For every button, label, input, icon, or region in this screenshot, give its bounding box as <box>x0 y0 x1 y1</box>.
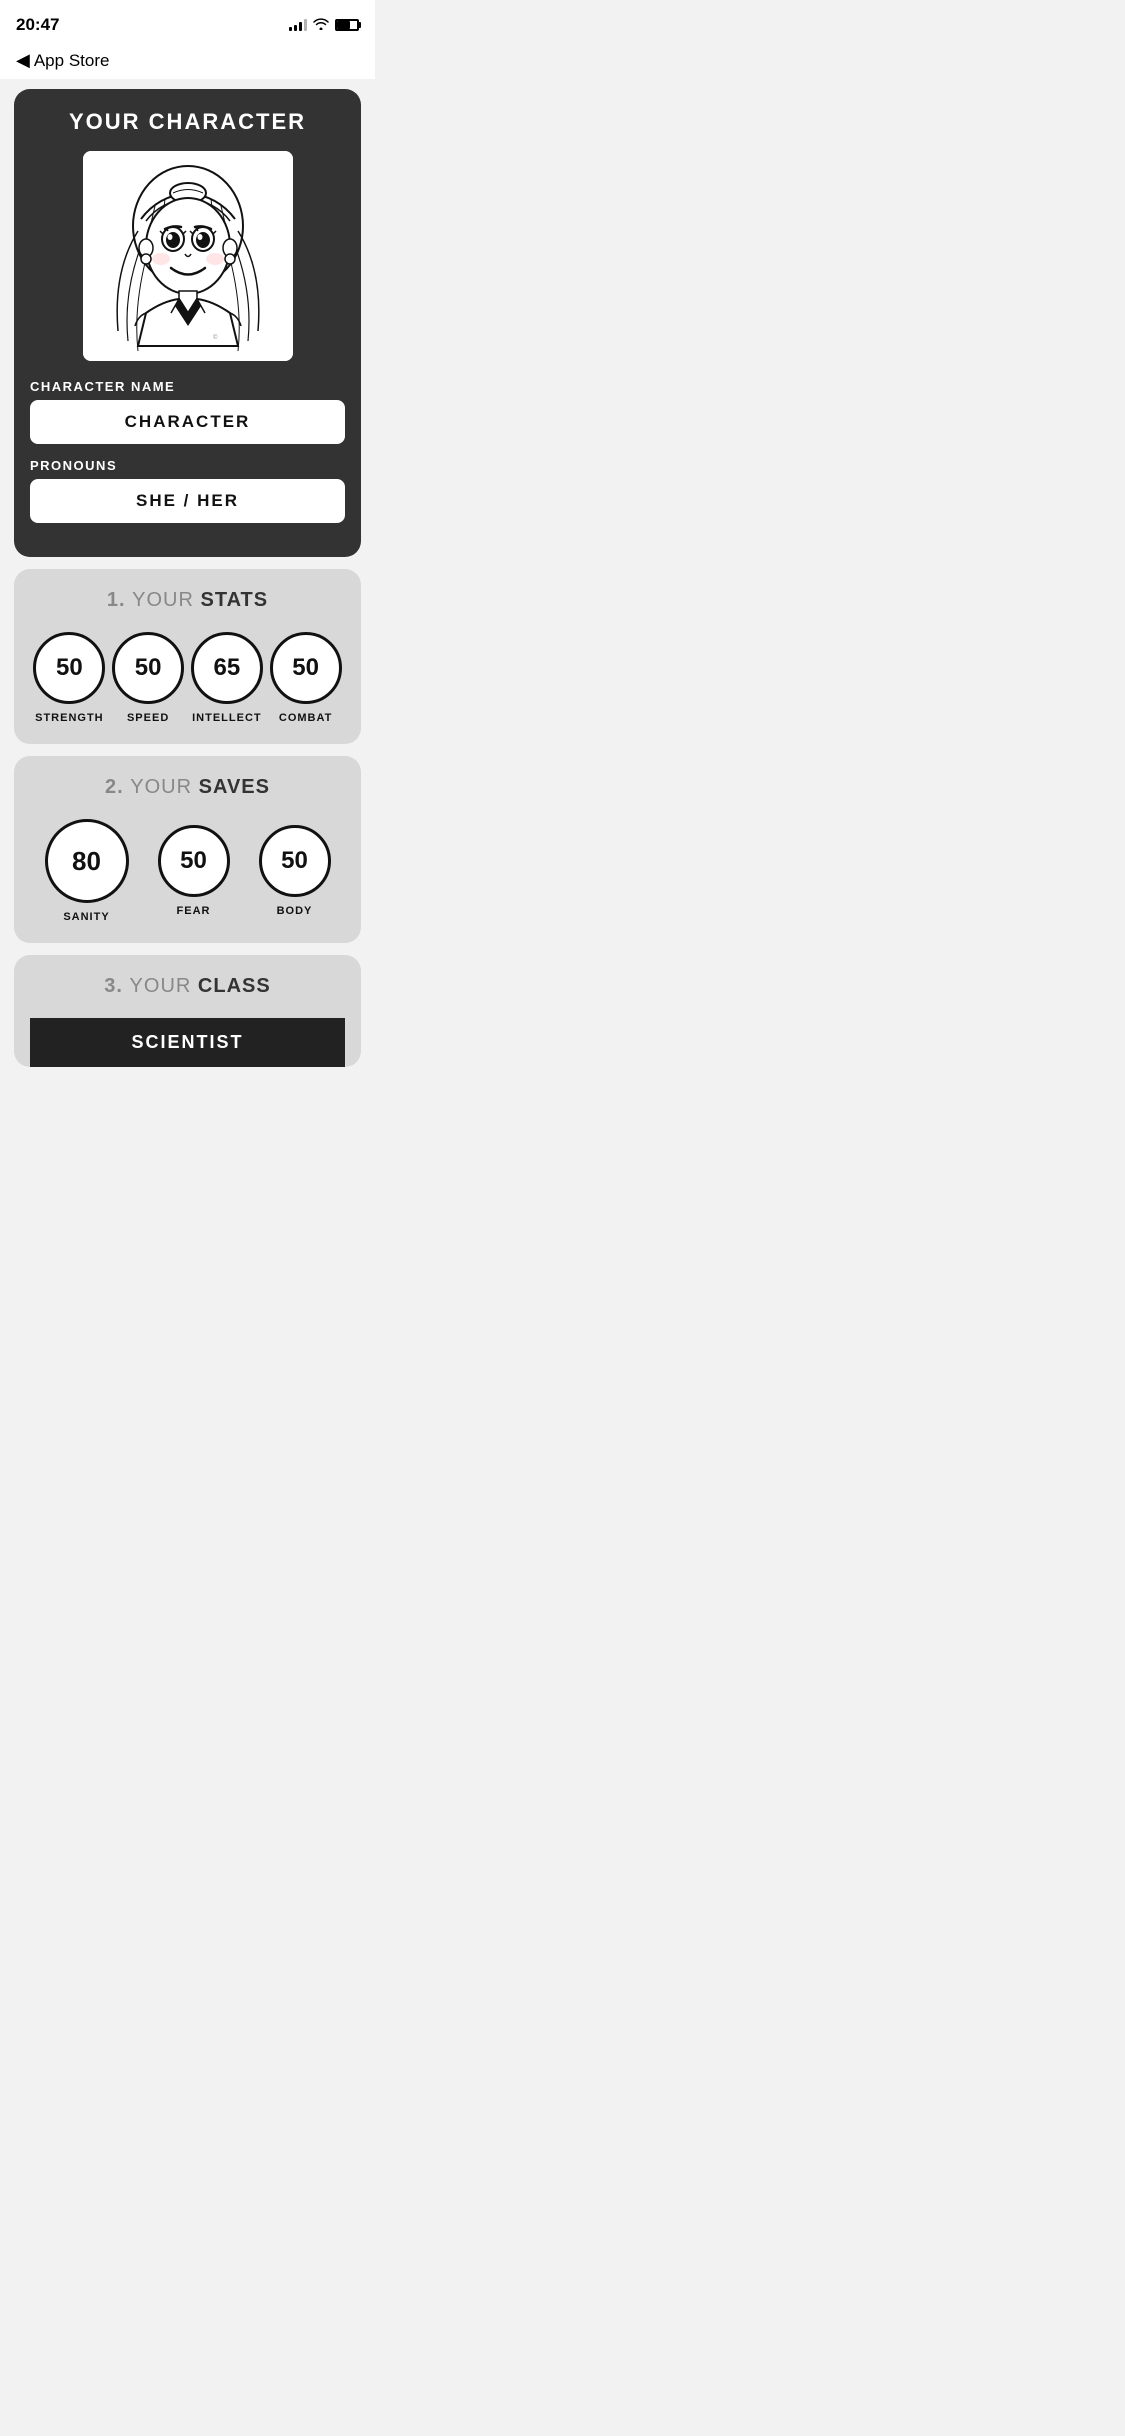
pronouns-label: PRONOUNS <box>30 458 345 473</box>
stats-row: 50 STRENGTH 50 SPEED 65 INTELLECT 50 COM… <box>30 632 345 724</box>
stats-your: YOUR <box>132 589 194 611</box>
stat-item[interactable]: 50 SPEED <box>112 632 184 724</box>
class-your: YOUR <box>130 975 192 997</box>
save-circle: 50 <box>158 825 230 897</box>
saves-card: 2. YOUR SAVES 80 SANITY 50 FEAR 50 BODY <box>14 756 361 943</box>
character-image: © <box>83 151 293 361</box>
nav-bar: ◀ App Store <box>0 44 375 79</box>
battery-icon <box>335 19 359 31</box>
stat-label: INTELLECT <box>192 712 262 724</box>
save-item[interactable]: 50 FEAR <box>158 825 230 917</box>
back-label: App Store <box>34 51 110 71</box>
save-item[interactable]: 80 SANITY <box>45 819 129 923</box>
class-card: 3. YOUR CLASS SCIENTIST <box>14 955 361 1067</box>
stat-item[interactable]: 65 INTELLECT <box>191 632 263 724</box>
character-card: YOUR CHARACTER <box>14 89 361 557</box>
stat-item[interactable]: 50 COMBAT <box>270 632 342 724</box>
back-chevron-icon: ◀ <box>16 50 30 71</box>
saves-title: SAVES <box>199 776 270 798</box>
stat-circle: 50 <box>33 632 105 704</box>
signal-icon <box>289 19 307 31</box>
status-time: 20:47 <box>16 15 59 35</box>
saves-number: 2. <box>105 776 124 798</box>
back-button[interactable]: ◀ App Store <box>16 50 109 71</box>
stat-label: COMBAT <box>279 712 332 724</box>
class-number: 3. <box>104 975 123 997</box>
stat-circle: 50 <box>270 632 342 704</box>
save-circle: 80 <box>45 819 129 903</box>
pronouns-input[interactable]: SHE / HER <box>30 479 345 523</box>
stats-card: 1. YOUR STATS 50 STRENGTH 50 SPEED 65 IN… <box>14 569 361 744</box>
svg-text:©: © <box>213 334 218 341</box>
card-title: YOUR CHARACTER <box>30 109 345 135</box>
stats-number: 1. <box>107 589 126 611</box>
save-label: FEAR <box>177 905 211 917</box>
stat-circle: 50 <box>112 632 184 704</box>
save-label: BODY <box>277 905 313 917</box>
stat-label: STRENGTH <box>35 712 104 724</box>
wifi-icon <box>313 17 329 33</box>
stat-label: SPEED <box>127 712 169 724</box>
status-icons <box>289 17 359 33</box>
saves-row: 80 SANITY 50 FEAR 50 BODY <box>30 819 345 923</box>
saves-your: YOUR <box>130 776 192 798</box>
class-section-title: 3. YOUR CLASS <box>30 975 345 998</box>
stat-circle: 65 <box>191 632 263 704</box>
main-content: YOUR CHARACTER <box>0 79 375 1077</box>
save-label: SANITY <box>63 911 109 923</box>
saves-section-title: 2. YOUR SAVES <box>30 776 345 799</box>
stat-item[interactable]: 50 STRENGTH <box>33 632 105 724</box>
stats-section-title: 1. YOUR STATS <box>30 589 345 612</box>
character-name-label: CHARACTER NAME <box>30 379 345 394</box>
save-circle: 50 <box>259 825 331 897</box>
save-item[interactable]: 50 BODY <box>259 825 331 917</box>
stats-title: STATS <box>201 589 269 611</box>
class-value[interactable]: SCIENTIST <box>30 1018 345 1067</box>
class-title: CLASS <box>198 975 271 997</box>
character-name-input[interactable]: CHARACTER <box>30 400 345 444</box>
status-bar: 20:47 <box>0 0 375 44</box>
